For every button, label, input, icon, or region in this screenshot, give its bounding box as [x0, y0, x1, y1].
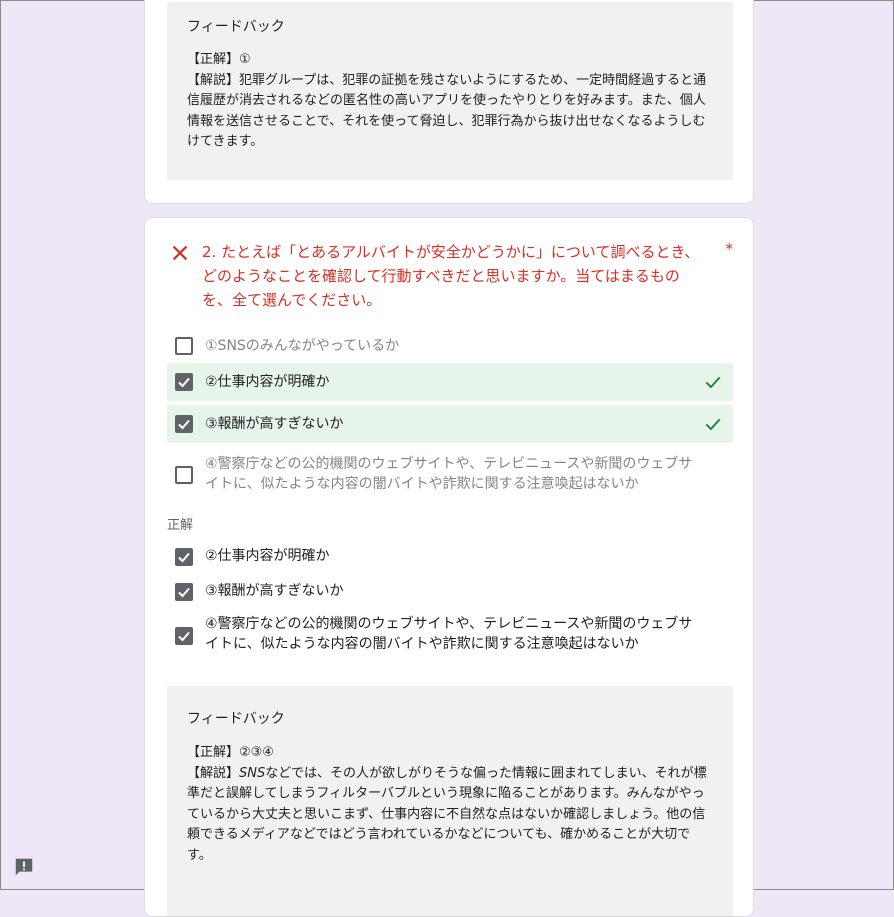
feedback-panel-2: フィードバック 【正解】②③④ 【解説】SNSなどでは、その人が欲しがりそうな偏… — [167, 686, 733, 916]
checkbox-checked — [175, 548, 193, 566]
correct-answer-item: ②仕事内容が明確か — [167, 544, 733, 572]
feedback-explanation-rest: などでは、その人が欲しがりそうな偏った情報に囲まれてしまい、それが標準だと誤解し… — [187, 765, 707, 863]
checkmark-icon — [178, 631, 190, 642]
feedback-panel-1: フィードバック 【正解】① 【解説】犯罪グループは、犯罪の証拠を残さないようにす… — [167, 2, 733, 180]
incorrect-x-icon — [172, 245, 188, 261]
option-label: ①SNSのみんながやっているか — [205, 338, 400, 354]
feedback-answer: 【正解】②③④ — [187, 745, 274, 760]
feedback-explanation-prefix: 【解説】 — [187, 765, 240, 781]
option-label: ④警察庁などの公的機関のウェブサイトや、テレビニュースや新聞のウェブサイトに、似… — [205, 456, 693, 492]
option-1[interactable]: ①SNSのみんながやっているか — [167, 328, 733, 364]
checkbox-checked — [175, 627, 193, 645]
option-3[interactable]: ③報酬が高すぎないか — [167, 405, 733, 443]
question-1-card: フィードバック 【正解】① 【解説】犯罪グループは、犯罪の証拠を残さないようにす… — [144, 0, 754, 204]
question-title: 2. たとえば「とあるアルバイトが安全かどうかに」について調べるとき、どのような… — [202, 243, 700, 309]
checkbox-checked[interactable] — [175, 373, 193, 391]
checkmark-icon — [178, 552, 190, 563]
correct-answer-item: ④警察庁などの公的機関のウェブサイトや、テレビニュースや新聞のウェブサイトに、似… — [167, 614, 733, 658]
question-header: 2. たとえば「とあるアルバイトが安全かどうかに」について調べるとき、どのような… — [169, 240, 733, 320]
checkmark-icon — [178, 377, 190, 388]
question-2-card: 2. たとえば「とあるアルバイトが安全かどうかに」について調べるとき、どのような… — [144, 217, 754, 917]
checkbox-unchecked[interactable] — [175, 466, 193, 484]
report-problem-icon[interactable] — [13, 856, 35, 878]
correct-answer-text: ②仕事内容が明確か — [205, 548, 330, 564]
option-label: ③報酬が高すぎないか — [205, 416, 344, 432]
correct-check-icon — [705, 376, 721, 389]
required-asterisk: * — [725, 240, 734, 258]
correct-answer-label: 正解 — [167, 518, 194, 533]
option-label: ②仕事内容が明確か — [205, 374, 330, 390]
checkmark-icon — [178, 419, 190, 430]
checkbox-checked — [175, 583, 193, 601]
feedback-title: フィードバック — [187, 711, 285, 727]
checkbox-unchecked[interactable] — [175, 337, 193, 355]
checkbox-checked[interactable] — [175, 415, 193, 433]
feedback-body: 【正解】① 【解説】犯罪グループは、犯罪の証拠を残さないようにするため、一定時間… — [187, 50, 711, 153]
option-4[interactable]: ④警察庁などの公的機関のウェブサイトや、テレビニュースや新聞のウェブサイトに、似… — [167, 450, 733, 502]
feedback-explanation: 【解説】SNSなどでは、その人が欲しがりそうな偏った情報に囲まれてしまい、それが… — [187, 764, 711, 867]
correct-check-icon — [705, 418, 721, 431]
feedback-answer: 【正解】① — [187, 52, 251, 67]
feedback-explanation: 【解説】犯罪グループは、犯罪の証拠を残さないようにするため、一定時間経過すると通… — [187, 72, 707, 150]
correct-answer-text: ④警察庁などの公的機関のウェブサイトや、テレビニュースや新聞のウェブサイトに、似… — [205, 616, 693, 652]
feedback-body: 【正解】②③④ 【解説】SNSなどでは、その人が欲しがりそうな偏った情報に囲まれ… — [187, 743, 711, 866]
checkmark-icon — [178, 587, 190, 598]
correct-answer-text: ③報酬が高すぎないか — [205, 583, 344, 599]
option-2[interactable]: ②仕事内容が明確か — [167, 363, 733, 401]
correct-answer-item: ③報酬が高すぎないか — [167, 579, 733, 607]
feedback-title: フィードバック — [187, 19, 285, 35]
feedback-explanation-italic: SNS — [239, 765, 266, 781]
